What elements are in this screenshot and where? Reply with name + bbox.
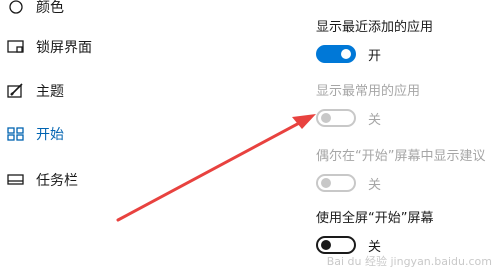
setting-title: 偶尔在“开始”屏幕中显示建议 xyxy=(316,149,486,164)
settings-sidebar: 颜色 锁屏界面 主题 开始 任务栏 xyxy=(0,0,200,275)
toggle-state-label: 开 xyxy=(368,48,382,64)
sidebar-item-label: 任务栏 xyxy=(36,173,78,189)
sidebar-item-label: 锁屏界面 xyxy=(36,40,92,56)
toggle-state-label: 关 xyxy=(368,112,382,128)
setting-show-recently-added: 显示最近添加的应用 开 xyxy=(316,16,433,65)
suggestions-toggle[interactable] xyxy=(316,174,356,192)
setting-full-screen-start: 使用全屏“开始”屏幕 关 xyxy=(316,207,433,256)
sidebar-item-lock-screen[interactable]: 锁屏界面 xyxy=(6,32,92,62)
start-settings-panel: 显示最近添加的应用 开 显示最常用的应用 关 偶尔在“开始”屏幕中显示建议 关 … xyxy=(300,0,500,275)
sidebar-item-label: 颜色 xyxy=(36,0,64,16)
sidebar-item-label: 开始 xyxy=(36,127,64,143)
setting-title: 显示最近添加的应用 xyxy=(316,20,434,35)
start-menu-icon xyxy=(6,125,26,143)
sidebar-item-colors[interactable]: 颜色 xyxy=(6,0,64,22)
recently-added-toggle[interactable] xyxy=(316,45,356,63)
lock-screen-icon xyxy=(6,38,26,56)
setting-show-most-used: 显示最常用的应用 关 xyxy=(316,80,420,129)
setting-show-suggestions: 偶尔在“开始”屏幕中显示建议 关 xyxy=(316,145,485,194)
toggle-state-label: 关 xyxy=(368,177,382,193)
most-used-toggle[interactable] xyxy=(316,109,356,127)
sidebar-item-label: 主题 xyxy=(36,84,64,100)
watermark: Bai du 经验 jingyan.baidu.com xyxy=(326,255,492,268)
full-screen-start-toggle[interactable] xyxy=(316,236,356,254)
toggle-state-label: 关 xyxy=(368,239,382,255)
palette-icon xyxy=(6,0,26,16)
setting-title: 使用全屏“开始”屏幕 xyxy=(316,211,434,226)
sidebar-item-taskbar[interactable]: 任务栏 xyxy=(6,165,78,195)
setting-title: 显示最常用的应用 xyxy=(316,84,421,99)
taskbar-icon xyxy=(6,171,26,189)
theme-brush-icon xyxy=(6,82,26,100)
sidebar-item-start[interactable]: 开始 xyxy=(6,119,64,149)
sidebar-item-themes[interactable]: 主题 xyxy=(6,76,64,106)
